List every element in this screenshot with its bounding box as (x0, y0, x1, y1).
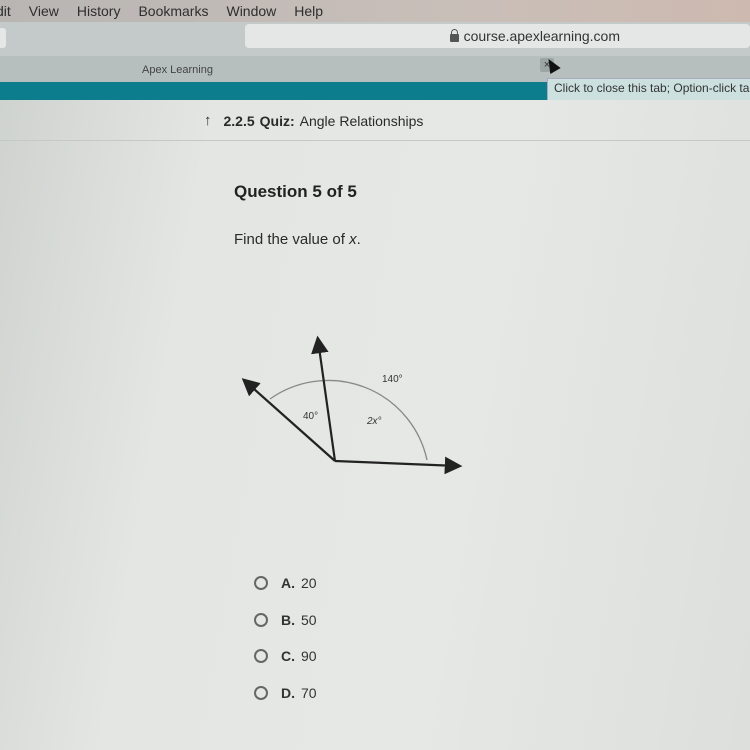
option-letter: C. (281, 648, 295, 665)
radio-button[interactable] (254, 576, 268, 591)
angle-diagram: 140° 40° 2x° (241, 335, 463, 475)
address-bar[interactable]: course.apexlearning.com (245, 24, 750, 48)
activity-title: Angle Relationships (299, 112, 424, 129)
option-c[interactable]: C. 90 (254, 638, 317, 675)
menu-help[interactable]: Help (294, 3, 323, 19)
prompt-suffix: . (356, 231, 361, 248)
answer-options: A. 20 B. 50 C. 90 D. 70 (254, 565, 317, 711)
menu-edit[interactable]: dit (0, 3, 11, 19)
up-arrow-icon[interactable]: ↑ (204, 112, 212, 129)
option-d[interactable]: D. 70 (254, 675, 317, 712)
option-letter: D. (281, 684, 295, 701)
breadcrumb: ↑ 2.2.5 Quiz: Angle Relationships (204, 112, 423, 129)
radio-button[interactable] (254, 649, 268, 664)
label-2x: 2x° (366, 416, 382, 427)
menu-window[interactable]: Window (226, 3, 276, 19)
label-140: 140° (382, 374, 403, 385)
url-text: course.apexlearning.com (463, 28, 620, 44)
activity-type: Quiz: (259, 112, 295, 129)
ray-left (241, 378, 336, 462)
radio-button[interactable] (254, 685, 268, 700)
radio-button[interactable] (254, 612, 268, 627)
angle-arc (269, 379, 428, 461)
option-letter: A. (281, 575, 295, 592)
prompt-prefix: Find the value of (234, 231, 350, 248)
menu-bookmarks[interactable]: Bookmarks (138, 3, 208, 19)
tab-apex-learning[interactable]: Apex Learning (142, 64, 213, 76)
option-b[interactable]: B. 50 (254, 602, 317, 639)
ray-right (334, 456, 463, 475)
label-40: 40° (303, 411, 318, 422)
toolbar-button[interactable] (0, 28, 6, 48)
menu-view[interactable]: View (29, 3, 59, 19)
menu-history[interactable]: History (77, 3, 121, 19)
option-a[interactable]: A. 20 (254, 565, 317, 602)
activity-number: 2.2.5 (223, 112, 255, 129)
option-value: 70 (301, 684, 317, 701)
option-value: 20 (301, 575, 317, 592)
ray-up (311, 335, 337, 462)
option-letter: B. (281, 611, 295, 628)
prompt-variable: x (349, 231, 357, 248)
lock-icon (449, 29, 459, 42)
option-value: 50 (301, 611, 317, 628)
mac-menu-bar: dit View History Bookmarks Window Help (0, 0, 750, 22)
question-title: Question 5 of 5 (234, 182, 357, 201)
question-prompt: Find the value of x. (234, 231, 361, 248)
option-value: 90 (301, 648, 317, 665)
